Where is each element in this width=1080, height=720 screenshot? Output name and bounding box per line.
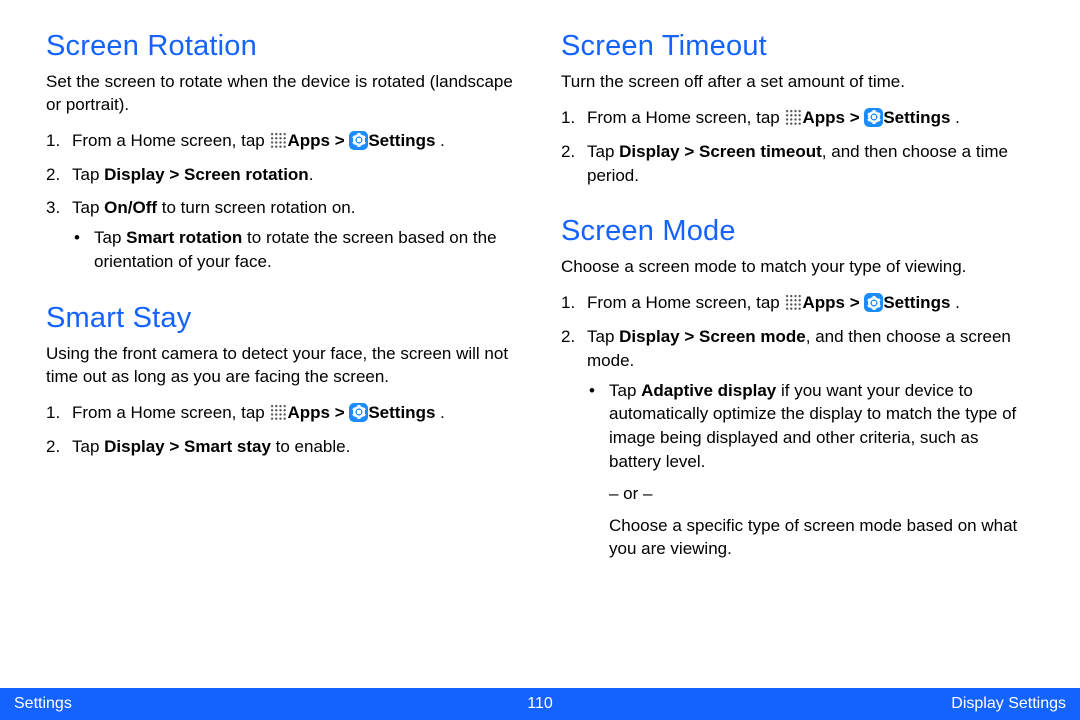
settings-icon — [349, 131, 368, 150]
heading-smart-stay: Smart Stay — [46, 302, 519, 335]
intro-screen-mode: Choose a screen mode to match your type … — [561, 256, 1034, 279]
heading-screen-timeout: Screen Timeout — [561, 30, 1034, 63]
step-home-apps-settings: From a Home screen, tap Apps > Settings … — [561, 291, 1034, 315]
settings-icon — [864, 108, 883, 127]
or-text: – or – — [609, 482, 1034, 506]
subtext: Choose a specific type of screen mode ba… — [609, 514, 1034, 562]
footer-right: Display Settings — [951, 695, 1066, 713]
section-screen-timeout: Screen Timeout Turn the screen off after… — [561, 30, 1034, 187]
right-column: Screen Timeout Turn the screen off after… — [561, 30, 1034, 571]
section-screen-rotation: Screen Rotation Set the screen to rotate… — [46, 30, 519, 274]
steps-screen-mode: From a Home screen, tap Apps > Settings … — [561, 291, 1034, 561]
section-smart-stay: Smart Stay Using the front camera to det… — [46, 302, 519, 458]
footer-bar: Settings 110 Display Settings — [0, 688, 1080, 720]
step: Tap Display > Screen rotation. — [46, 163, 519, 187]
heading-screen-mode: Screen Mode — [561, 215, 1034, 248]
heading-screen-rotation: Screen Rotation — [46, 30, 519, 63]
left-column: Screen Rotation Set the screen to rotate… — [46, 30, 519, 571]
apps-icon — [269, 403, 287, 421]
apps-icon — [269, 131, 287, 149]
intro-screen-timeout: Turn the screen off after a set amount o… — [561, 71, 1034, 94]
steps-smart-stay: From a Home screen, tap Apps > Settings … — [46, 401, 519, 459]
section-screen-mode: Screen Mode Choose a screen mode to matc… — [561, 215, 1034, 561]
step: Tap Display > Screen mode, and then choo… — [561, 325, 1034, 561]
step: Tap Display > Screen timeout, and then c… — [561, 140, 1034, 188]
step-home-apps-settings: From a Home screen, tap Apps > Settings … — [561, 106, 1034, 130]
step: Tap Display > Smart stay to enable. — [46, 435, 519, 459]
step: Tap On/Off to turn screen rotation on. T… — [46, 196, 519, 273]
step-home-apps-settings: From a Home screen, tap Apps > Settings … — [46, 129, 519, 153]
footer-left: Settings — [14, 695, 72, 713]
settings-icon — [864, 293, 883, 312]
intro-screen-rotation: Set the screen to rotate when the device… — [46, 71, 519, 117]
intro-smart-stay: Using the front camera to detect your fa… — [46, 343, 519, 389]
steps-screen-rotation: From a Home screen, tap Apps > Settings … — [46, 129, 519, 274]
settings-icon — [349, 403, 368, 422]
step-home-apps-settings: From a Home screen, tap Apps > Settings … — [46, 401, 519, 425]
steps-screen-timeout: From a Home screen, tap Apps > Settings … — [561, 106, 1034, 187]
apps-icon — [784, 293, 802, 311]
apps-icon — [784, 108, 802, 126]
footer-page-number: 110 — [527, 695, 553, 713]
sub-bullet: Tap Smart rotation to rotate the screen … — [72, 226, 519, 274]
sub-bullet: Tap Adaptive display if you want your de… — [587, 379, 1034, 562]
